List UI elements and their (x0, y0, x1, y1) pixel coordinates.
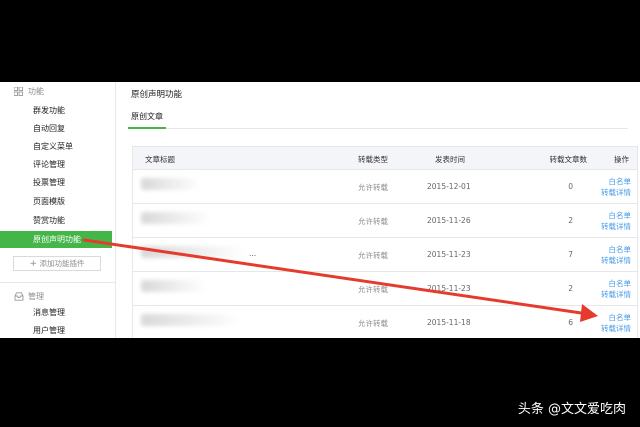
annotation-arrow-line (82, 238, 590, 316)
watermark: 头条 @文文爱吃肉 (517, 402, 626, 417)
annotation-arrow (82, 238, 598, 322)
annotation-arrow-head (580, 304, 598, 322)
